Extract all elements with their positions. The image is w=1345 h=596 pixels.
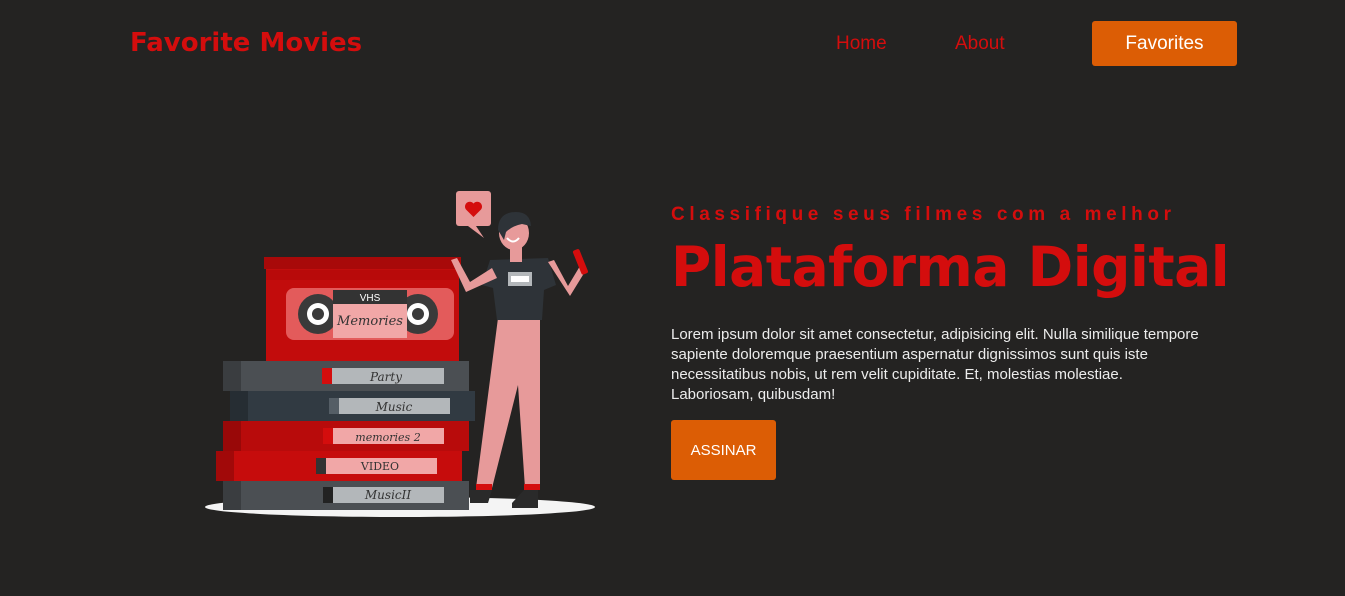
- tape-party: Party: [223, 361, 469, 391]
- nav-home-link[interactable]: Home: [836, 33, 887, 55]
- assinar-button[interactable]: ASSINAR: [671, 420, 776, 480]
- vhs-main-label: Memories: [336, 314, 403, 329]
- person-figure: [451, 212, 588, 508]
- nav-about-link[interactable]: About: [955, 33, 1005, 55]
- hero-headline: Plataforma Digital: [671, 235, 1230, 299]
- tape-video: VIDEO: [216, 451, 462, 481]
- tape-music-ii: MusicII: [223, 481, 469, 510]
- vhs-brand-label: VHS: [360, 293, 381, 304]
- favorites-button[interactable]: Favorites: [1092, 21, 1237, 66]
- hero-illustration: VHS Memories Party Music memories 2 VIDE…: [205, 191, 595, 517]
- tape-label-party: Party: [369, 370, 402, 384]
- tape-music: Music: [230, 391, 475, 421]
- speech-bubble: [456, 191, 491, 238]
- tape-label-music-ii: MusicII: [364, 488, 411, 502]
- tape-label-video: VIDEO: [360, 460, 399, 473]
- brand-logo[interactable]: Favorite Movies: [130, 28, 362, 58]
- tape-label-music: Music: [375, 400, 413, 414]
- hero-description: Lorem ipsum dolor sit amet consectetur, …: [671, 326, 1199, 403]
- hero-kicker: Classifique seus filmes com a melhor: [671, 204, 1176, 225]
- tape-label-memories-2: memories 2: [355, 431, 420, 444]
- tape-memories-2: memories 2: [223, 421, 469, 451]
- top-vhs-tape: VHS Memories: [264, 257, 461, 361]
